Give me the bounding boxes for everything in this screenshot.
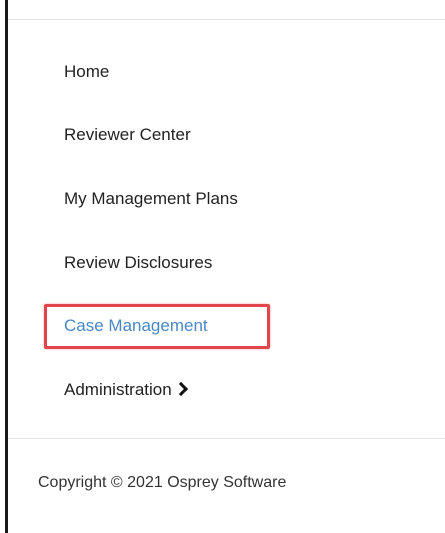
bottom-divider <box>8 438 445 439</box>
top-divider <box>8 19 445 20</box>
sidebar-item-home[interactable]: Home <box>64 62 109 82</box>
sidebar-item-administration-label: Administration <box>64 380 172 399</box>
footer-copyright: Copyright © 2021 Osprey Software <box>38 474 287 491</box>
chevron-right-icon <box>173 381 188 397</box>
sidebar-item-review-disclosures[interactable]: Review Disclosures <box>64 253 212 273</box>
sidebar-item-reviewer-center[interactable]: Reviewer Center <box>64 125 191 145</box>
sidebar-item-administration[interactable]: Administration <box>64 380 188 400</box>
highlight-annotation-box <box>44 304 270 349</box>
sidebar-panel: Home Reviewer Center My Management Plans… <box>0 0 445 533</box>
sidebar-item-my-management-plans[interactable]: My Management Plans <box>64 189 238 209</box>
panel-border-line <box>5 0 8 533</box>
